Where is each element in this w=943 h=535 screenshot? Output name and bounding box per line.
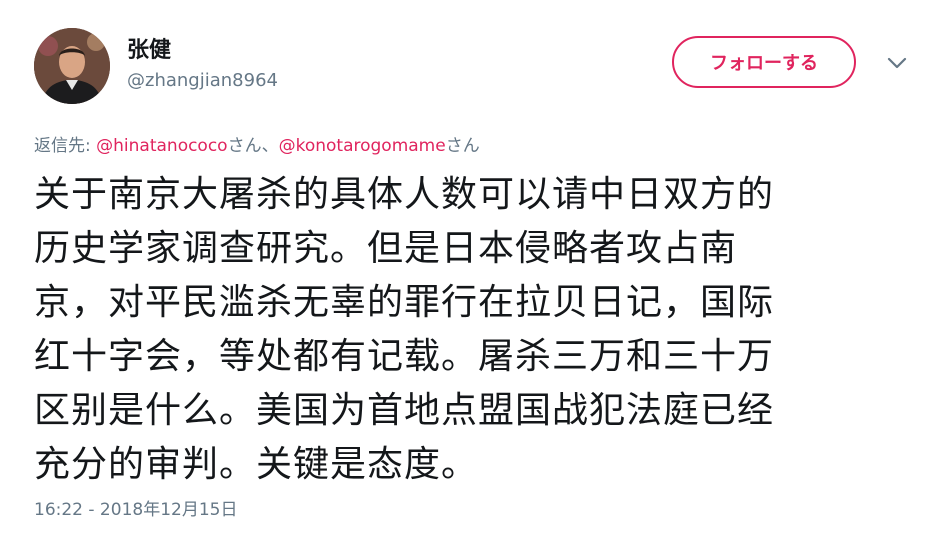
- tweet-timestamp[interactable]: 16:22 - 2018年12月15日: [34, 495, 237, 520]
- follow-button[interactable]: フォローする: [672, 36, 856, 88]
- display-name[interactable]: 张健: [127, 32, 171, 64]
- reply-to-line: 返信先: @hinatanococoさん、@konotarogomameさん: [34, 131, 480, 156]
- mention-link-konotarogomame[interactable]: @konotarogomame: [279, 136, 446, 156]
- tweet-text-line: 充分的审判。关键是态度。: [34, 444, 479, 485]
- avatar[interactable]: [34, 28, 110, 104]
- chevron-down-icon[interactable]: [884, 52, 910, 74]
- mention-link-hinatanococo[interactable]: @hinatanococo: [96, 136, 227, 156]
- reply-suffix: さん: [445, 136, 480, 156]
- tweet-card: 张健 @zhangjian8964 フォローする 返信先: @hinatanoc…: [0, 0, 943, 535]
- tweet-text-line: 关于南京大屠杀的具体人数可以请中日双方的: [34, 174, 775, 215]
- tweet-text-line: 京，对平民滥杀无辜的罪行在拉贝日记，国际: [34, 282, 775, 323]
- tweet-text-line: 区别是什么。美国为首地点盟国战犯法庭已经: [34, 390, 775, 431]
- user-handle[interactable]: @zhangjian8964: [127, 70, 278, 91]
- reply-prefix: 返信先:: [34, 136, 97, 156]
- tweet-text: 关于南京大屠杀的具体人数可以请中日双方的 历史学家调查研究。但是日本侵略者攻占南…: [34, 168, 914, 492]
- tweet-text-line: 历史学家调查研究。但是日本侵略者攻占南: [34, 228, 738, 269]
- reply-joiner: さん、: [227, 136, 279, 156]
- tweet-text-line: 红十字会，等处都有记载。屠杀三万和三十万: [34, 336, 775, 377]
